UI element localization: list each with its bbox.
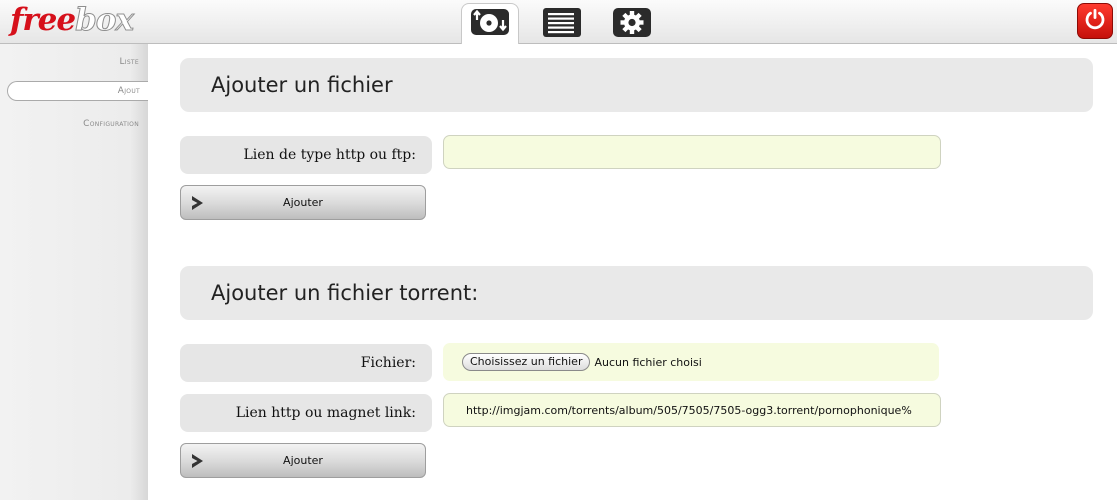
http-section-header: Ajouter un fichier (180, 58, 1093, 112)
power-icon (1083, 7, 1107, 35)
gear-icon (610, 5, 654, 43)
section-title: Ajouter un fichier torrent: (211, 281, 479, 305)
add-torrent-button[interactable]: Ajouter (180, 443, 426, 478)
sidebar-item-configuration[interactable]: Configuration (8, 114, 147, 134)
torrent-link-label: Lien http ou magnet link: (180, 394, 432, 432)
download-manager-icon (465, 5, 515, 43)
choose-file-button[interactable]: Choisissez un fichier (462, 353, 591, 371)
section-title: Ajouter un fichier (211, 73, 393, 97)
logo-box-text: box (75, 2, 135, 39)
add-file-button-label: Ajouter (283, 196, 323, 209)
power-button[interactable] (1077, 3, 1113, 39)
tab-settings[interactable] (603, 4, 661, 43)
add-torrent-button-label: Ajouter (283, 454, 323, 467)
add-file-button[interactable]: Ajouter (180, 185, 426, 220)
list-icon (540, 5, 584, 43)
freebox-logo[interactable]: freebox (10, 2, 135, 39)
tab-downloads[interactable] (461, 3, 519, 44)
sidebar-item-label: Configuration (83, 119, 139, 129)
sidebar-item-liste[interactable]: Liste (8, 52, 147, 72)
top-bar: freebox (0, 0, 1117, 44)
sidebar-item-label: Liste (119, 57, 139, 67)
file-status-text: Aucun fichier choisi (594, 355, 702, 369)
torrent-section-header: Ajouter un fichier torrent: (180, 266, 1093, 320)
tab-list[interactable] (533, 4, 591, 43)
sidebar: Liste Ajout Configuration (0, 44, 148, 500)
http-link-input[interactable] (443, 135, 941, 169)
torrent-file-label: Fichier: (180, 344, 432, 382)
torrent-link-input[interactable] (443, 393, 941, 427)
logo-free-text: free (10, 2, 76, 38)
sidebar-item-ajout[interactable]: Ajout (7, 81, 148, 101)
torrent-file-picker: Choisissez un fichier Aucun fichier choi… (443, 343, 939, 381)
http-link-label: Lien de type http ou ftp: (180, 136, 432, 174)
sidebar-item-label: Ajout (117, 86, 140, 96)
